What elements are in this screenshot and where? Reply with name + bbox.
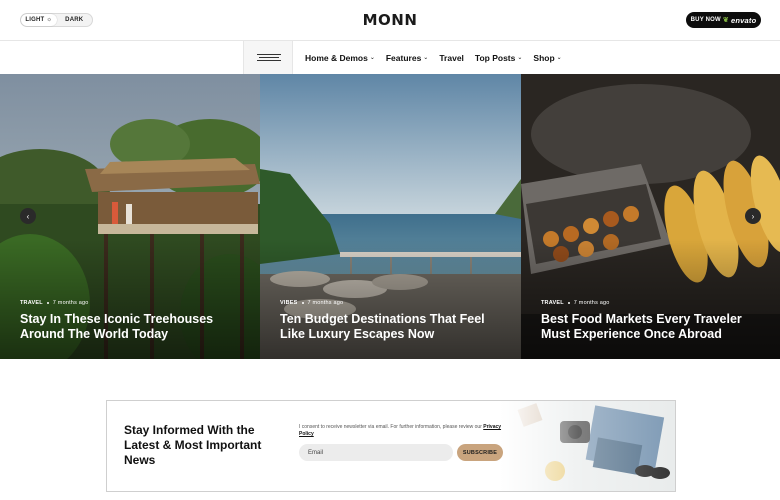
nav-item-features[interactable]: Features ⌄ xyxy=(386,53,428,63)
menu-icon[interactable] xyxy=(243,41,293,74)
chevron-right-icon[interactable]: › xyxy=(745,208,761,224)
consent-label: I consent to receive newsletter via emai… xyxy=(299,424,482,430)
consent-text: I consent to receive newsletter via emai… xyxy=(299,424,509,438)
post-time: 7 months ago xyxy=(307,300,344,306)
nav-item-label: Features xyxy=(385,52,422,63)
slide-food-markets[interactable]: TRAVEL 7 months ago Best Food Markets Ev… xyxy=(521,74,780,359)
category-label[interactable]: TRAVEL xyxy=(541,300,564,306)
post-meta: TRAVEL 7 months ago xyxy=(20,300,250,306)
category-label[interactable]: VIBES xyxy=(280,300,298,306)
nav-item-label: Home & Demos xyxy=(305,52,368,63)
envato-logo: envato xyxy=(731,15,757,25)
email-placeholder: Email xyxy=(308,449,324,456)
slide-budget-destinations[interactable]: VIBES 7 months ago Ten Budget Destinatio… xyxy=(260,74,521,359)
newsletter-image xyxy=(500,401,675,491)
slide-title[interactable]: Ten Budget Destinations That Feel Like L… xyxy=(280,312,511,342)
category-label[interactable]: TRAVEL xyxy=(20,300,43,306)
main-nav: Home & Demos ⌄ Features ⌄ Travel Top Pos… xyxy=(0,41,780,74)
featured-slider: TRAVEL 7 months ago Stay In These Iconic… xyxy=(0,74,780,359)
newsletter-box: Stay Informed With the Latest & Most Imp… xyxy=(106,400,676,492)
slide-caption: TRAVEL 7 months ago Best Food Markets Ev… xyxy=(541,300,770,342)
nav-item-home-demos[interactable]: Home & Demos ⌄ xyxy=(305,53,375,63)
nav-item-top-posts[interactable]: Top Posts ⌄ xyxy=(475,53,523,63)
nav-item-label: Travel xyxy=(439,52,464,63)
newsletter-title: Stay Informed With the Latest & Most Imp… xyxy=(124,423,262,467)
nav-menu: Home & Demos ⌄ Features ⌄ Travel Top Pos… xyxy=(305,41,562,74)
slide-caption: TRAVEL 7 months ago Stay In These Iconic… xyxy=(20,300,250,342)
post-meta: VIBES 7 months ago xyxy=(280,300,511,306)
nav-item-shop[interactable]: Shop ⌄ xyxy=(533,53,561,63)
slide-title[interactable]: Best Food Markets Every Traveler Must Ex… xyxy=(541,312,770,342)
slide-treehouses[interactable]: TRAVEL 7 months ago Stay In These Iconic… xyxy=(0,74,260,359)
chevron-down-icon: ⌄ xyxy=(369,55,375,61)
buy-now-button[interactable]: BUY NOW ❦ envato xyxy=(686,12,761,28)
nav-item-label: Top Posts xyxy=(474,52,516,63)
chevron-left-icon[interactable]: ‹ xyxy=(20,208,36,224)
top-bar: LIGHT ☼ DARK MONN BUY NOW ❦ envato xyxy=(0,0,780,41)
envato-leaf-icon: ❦ xyxy=(722,17,729,24)
slide-caption: VIBES 7 months ago Ten Budget Destinatio… xyxy=(280,300,511,342)
site-logo[interactable]: MONN xyxy=(0,11,780,29)
slide-title[interactable]: Stay In These Iconic Treehouses Around T… xyxy=(20,312,250,342)
post-time: 7 months ago xyxy=(52,300,89,306)
nav-item-travel[interactable]: Travel xyxy=(439,53,464,63)
post-time: 7 months ago xyxy=(573,300,610,306)
chevron-down-icon: ⌄ xyxy=(556,55,562,61)
chevron-down-icon: ⌄ xyxy=(423,55,429,61)
nav-item-label: Shop xyxy=(533,52,555,63)
subscribe-button[interactable]: SUBSCRIBE xyxy=(457,444,503,461)
chevron-down-icon: ⌄ xyxy=(517,55,523,61)
email-field[interactable]: Email xyxy=(299,444,453,461)
buy-now-label: BUY NOW xyxy=(690,17,721,23)
post-meta: TRAVEL 7 months ago xyxy=(541,300,770,306)
